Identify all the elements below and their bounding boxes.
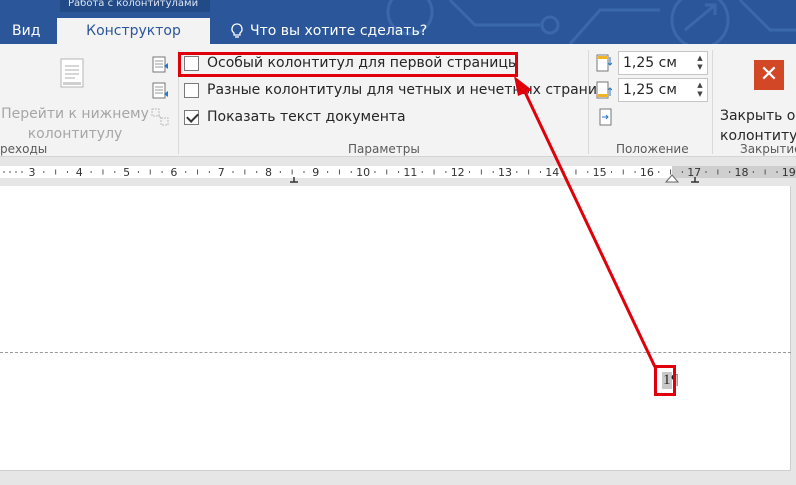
ruler-number: 11 bbox=[403, 166, 417, 179]
different-odd-even-checkbox[interactable] bbox=[184, 82, 199, 98]
tab-view[interactable]: Вид bbox=[12, 18, 40, 44]
footer-from-bottom-spinner[interactable]: 1,25 см ▲ ▼ bbox=[618, 78, 708, 102]
insert-alignment-tab-icon[interactable] bbox=[598, 108, 614, 126]
tell-me-box[interactable]: Что вы хотите сделать? bbox=[230, 18, 427, 44]
group-label-navigation: реходы bbox=[0, 142, 48, 156]
word-window: Работа с колонтитулами Вид Конструктор Ч… bbox=[0, 0, 796, 485]
previous-section-icon[interactable] bbox=[151, 56, 169, 74]
group-divider bbox=[712, 50, 713, 154]
ruler-ticks: 3 4 5 6 7 8 9 10 11 12 13 14 15 16 17 18 19 bbox=[3, 166, 796, 183]
ruler-number: 9 bbox=[312, 166, 319, 179]
ruler-number: 12 bbox=[451, 166, 465, 179]
horizontal-ruler[interactable]: 3 4 5 6 7 8 9 10 11 12 13 14 15 16 17 18 19 bbox=[0, 158, 796, 184]
footer-from-bottom-icon bbox=[596, 81, 612, 99]
ruler-number: 15 bbox=[593, 166, 607, 179]
close-header-footer-label: Закрыть ок колонтитул bbox=[720, 108, 796, 144]
footer-from-bottom-value: 1,25 см bbox=[623, 82, 677, 98]
header-from-top-spinner[interactable]: 1,25 см ▲ ▼ bbox=[618, 51, 708, 75]
close-icon: ✕ bbox=[754, 60, 784, 90]
ruler-number: 14 bbox=[545, 166, 559, 179]
footer-position-row: 1,25 см ▲ ▼ bbox=[596, 78, 708, 102]
ruler-number: 3 bbox=[29, 166, 36, 179]
ruler-number: 19 bbox=[782, 166, 796, 179]
ribbon-tab-bar: Работа с колонтитулами Вид Конструктор Ч… bbox=[0, 0, 796, 44]
group-label-options: Параметры bbox=[348, 142, 420, 156]
close-header-footer-button[interactable]: ✕ Закрыть ок колонтитул bbox=[716, 54, 796, 144]
header-from-top-icon bbox=[596, 54, 612, 72]
ruler-number: 8 bbox=[265, 166, 272, 179]
different-odd-even-label: Разные колонтитулы для четных и нечетных… bbox=[207, 82, 607, 98]
footer-boundary-line bbox=[0, 352, 791, 353]
footer-page-icon bbox=[60, 58, 84, 88]
lightbulb-icon bbox=[231, 23, 243, 38]
show-document-text-checkbox[interactable] bbox=[184, 109, 199, 125]
highlight-box-page-number bbox=[654, 365, 676, 396]
group-label-close: Закрытие bbox=[740, 142, 796, 156]
goto-footer-label: Перейти к нижнему колонтитулу bbox=[1, 106, 149, 142]
ruler-number: 4 bbox=[76, 166, 83, 179]
center-tab-marker[interactable] bbox=[290, 177, 298, 183]
document-page[interactable]: 1 ¶ bbox=[0, 186, 791, 471]
option-show-document-text[interactable]: Показать текст документа bbox=[184, 107, 406, 127]
highlight-box-first-page-option bbox=[178, 52, 518, 77]
spinner-arrows-icon[interactable]: ▲ ▼ bbox=[695, 81, 705, 99]
next-section-icon[interactable] bbox=[151, 82, 169, 100]
spinner-arrows-icon[interactable]: ▲ ▼ bbox=[695, 54, 705, 72]
header-from-top-value: 1,25 см bbox=[623, 55, 677, 71]
ruler-number: 6 bbox=[170, 166, 177, 179]
goto-footer-button[interactable]: Перейти к нижнему колонтитулу bbox=[0, 54, 150, 142]
group-divider bbox=[588, 50, 589, 154]
ruler-number: 16 bbox=[640, 166, 654, 179]
tell-me-text: Что вы хотите сделать? bbox=[250, 23, 428, 39]
show-document-text-label: Показать текст документа bbox=[207, 109, 406, 125]
tab-design[interactable]: Конструктор bbox=[57, 18, 210, 44]
option-different-odd-even[interactable]: Разные колонтитулы для четных и нечетных… bbox=[184, 80, 606, 100]
ruler-number: 7 bbox=[218, 166, 225, 179]
ruler-number: 10 bbox=[356, 166, 370, 179]
context-tab-label: Работа с колонтитулами bbox=[60, 0, 210, 12]
ruler-number: 18 bbox=[735, 166, 749, 179]
group-label-position: Положение bbox=[616, 142, 689, 156]
ruler-number: 13 bbox=[498, 166, 512, 179]
ruler-number: 17 bbox=[687, 166, 701, 179]
link-to-previous-icon[interactable] bbox=[151, 108, 169, 126]
right-indent-marker[interactable] bbox=[664, 174, 680, 183]
ruler-number: 5 bbox=[123, 166, 130, 179]
header-position-row: 1,25 см ▲ ▼ bbox=[596, 51, 708, 75]
